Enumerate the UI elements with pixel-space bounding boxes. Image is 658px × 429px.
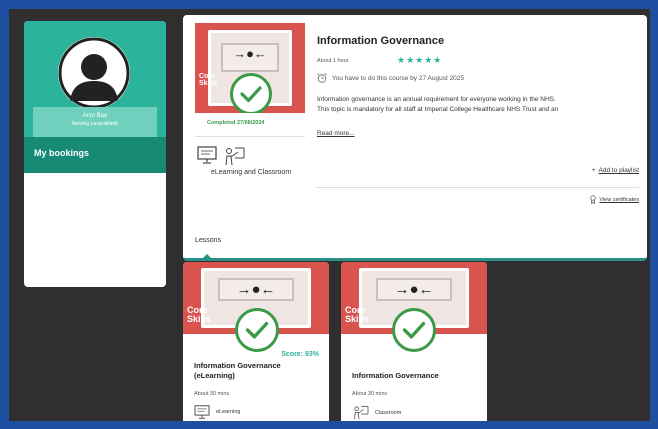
- divider: [195, 136, 305, 137]
- lesson-card-elearning[interactable]: →●← Core Skills Score: 93% Information Go…: [183, 262, 329, 421]
- add-to-playlist-label: Add to playlist: [598, 167, 639, 174]
- active-tab-indicator: [203, 254, 211, 258]
- arrows-icon: →●←: [233, 46, 267, 62]
- lesson-mode-label: eLearning: [216, 409, 241, 415]
- plus-icon: +: [591, 167, 596, 174]
- user-name: Arsn Bae: [82, 113, 108, 119]
- lesson-title: Information Governance (eLearning): [194, 361, 281, 380]
- course-description: Information governance is an annual requ…: [317, 96, 559, 113]
- divider: [317, 187, 639, 188]
- monitor-icon: [197, 146, 217, 166]
- arrows-icon: →●←: [394, 280, 434, 298]
- user-role: Nursing (unqualified): [71, 121, 119, 127]
- read-more-link[interactable]: Read more...: [317, 130, 355, 137]
- thumb-tag: Core Skills: [345, 305, 369, 325]
- view-certificates-link[interactable]: View certificates: [590, 195, 639, 204]
- user-info: Arsn Bae Nursing (unqualified): [33, 107, 157, 137]
- check-circle-icon: [235, 308, 279, 352]
- completed-date: Completed 27/08/2024: [207, 120, 265, 126]
- lesson-mode-label: Classroom: [375, 409, 402, 416]
- app-backdrop: Arsn Bae Nursing (unqualified) My bookin…: [9, 9, 650, 421]
- monitor-icon: [194, 405, 210, 419]
- lesson-duration: About 30 mins: [352, 391, 388, 397]
- course-thumbnail: →●← Core Skills: [195, 23, 305, 113]
- profile-header: Arsn Bae Nursing (unqualified): [24, 21, 166, 137]
- thumb-tag: Core Skills: [199, 73, 218, 88]
- delivery-mode-label: eLearning and Classroom: [211, 169, 292, 176]
- due-date: You have to do this course by 27 August …: [317, 73, 464, 83]
- person-silhouette-icon: [58, 37, 130, 109]
- check-circle-icon: [392, 308, 436, 352]
- nav-item-my-bookings[interactable]: My bookings: [24, 137, 166, 173]
- lesson-card-classroom[interactable]: →●← Core Skills Information Governance Ab…: [341, 262, 487, 421]
- presenter-icon: [352, 405, 369, 420]
- thumb-tag: Core Skills: [187, 305, 211, 325]
- course-title: Information Governance: [317, 35, 445, 47]
- lesson-score: Score: 93%: [281, 351, 319, 358]
- arrows-icon: →●←: [236, 280, 276, 298]
- alarm-clock-icon: [317, 73, 327, 83]
- view-certificates-label: View certificates: [599, 196, 639, 203]
- rating-stars: ★★★★★: [397, 55, 443, 65]
- lesson-mode: eLearning: [194, 405, 240, 419]
- due-text: You have to do this course by 27 August …: [332, 74, 465, 82]
- certificate-icon: [590, 195, 597, 204]
- presenter-icon: [223, 146, 245, 166]
- lesson-duration: About 30 mins: [194, 391, 230, 397]
- lesson-title: Information Governance: [352, 371, 439, 380]
- tab-lessons[interactable]: Lessons: [195, 237, 221, 244]
- profile-panel: Arsn Bae Nursing (unqualified) My bookin…: [24, 21, 166, 287]
- lesson-mode: Classroom: [352, 405, 401, 420]
- check-circle-icon: [230, 73, 272, 113]
- course-duration: About 1 hour: [317, 58, 349, 64]
- delivery-mode-icons: [197, 146, 245, 166]
- add-to-playlist-button[interactable]: + Add to playlist: [592, 167, 639, 174]
- course-detail-card: →●← Core Skills Completed 27/08/2024 eLea…: [183, 15, 647, 261]
